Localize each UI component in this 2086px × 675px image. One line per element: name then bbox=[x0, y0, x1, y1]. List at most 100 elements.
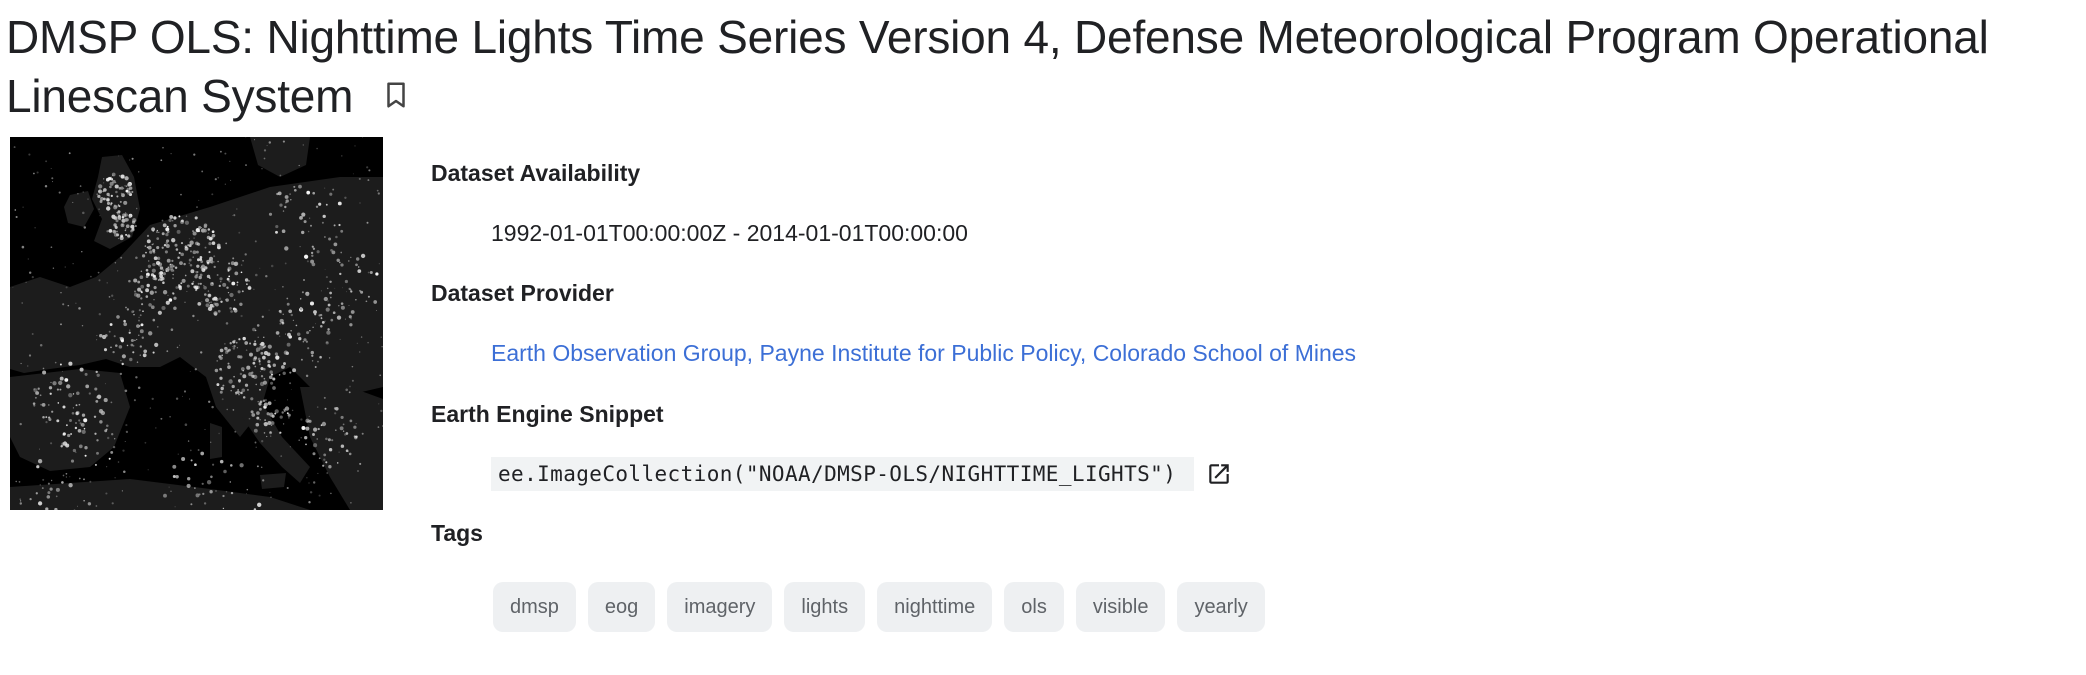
city-light bbox=[180, 282, 183, 285]
faint-light bbox=[330, 492, 332, 495]
tag-chip-imagery[interactable]: imagery bbox=[667, 582, 773, 632]
city-light bbox=[219, 376, 223, 380]
city-light bbox=[350, 310, 355, 314]
city-light bbox=[234, 271, 239, 276]
page-title: DMSP OLS: Nighttime Lights Time Series V… bbox=[6, 8, 2082, 126]
city-light bbox=[237, 389, 239, 391]
tag-chip-dmsp[interactable]: dmsp bbox=[493, 582, 576, 632]
city-light bbox=[242, 370, 244, 372]
city-light bbox=[267, 360, 271, 364]
city-light bbox=[279, 318, 284, 323]
faint-light bbox=[320, 290, 322, 292]
city-light bbox=[123, 319, 126, 323]
faint-light bbox=[256, 350, 258, 353]
city-light bbox=[146, 239, 151, 244]
city-light bbox=[300, 358, 303, 361]
city-light bbox=[220, 386, 224, 391]
faint-light bbox=[218, 432, 220, 435]
city-light bbox=[102, 190, 105, 193]
city-light bbox=[156, 246, 160, 250]
faint-light bbox=[299, 246, 301, 248]
faint-light bbox=[283, 408, 286, 411]
city-light bbox=[328, 237, 332, 241]
faint-light bbox=[98, 313, 101, 316]
city-light bbox=[78, 419, 81, 422]
faint-light bbox=[308, 217, 311, 219]
faint-light bbox=[284, 262, 287, 265]
city-light bbox=[206, 480, 212, 485]
faint-light bbox=[246, 488, 249, 491]
city-light bbox=[211, 233, 216, 238]
city-light bbox=[298, 337, 302, 341]
city-light bbox=[186, 483, 191, 488]
city-light bbox=[333, 224, 336, 227]
city-light bbox=[103, 348, 108, 352]
city-light bbox=[142, 310, 144, 313]
faint-light bbox=[339, 338, 341, 340]
city-light bbox=[134, 290, 136, 293]
bookmark-icon[interactable] bbox=[381, 78, 411, 112]
city-light bbox=[18, 481, 21, 483]
city-light bbox=[106, 206, 111, 211]
city-light bbox=[235, 341, 238, 344]
faint-light bbox=[89, 480, 92, 483]
city-light bbox=[140, 323, 144, 327]
city-light bbox=[130, 338, 134, 343]
city-light bbox=[166, 258, 171, 263]
faint-light bbox=[378, 263, 380, 265]
city-light bbox=[137, 287, 142, 292]
faint-light bbox=[211, 405, 214, 409]
city-light bbox=[98, 184, 103, 189]
city-light bbox=[214, 368, 219, 373]
city-light bbox=[172, 220, 174, 222]
tag-chip-yearly[interactable]: yearly bbox=[1177, 582, 1265, 632]
city-light bbox=[130, 229, 133, 233]
faint-light bbox=[174, 506, 176, 508]
city-light bbox=[270, 424, 273, 427]
faint-light bbox=[323, 396, 326, 399]
city-light bbox=[66, 384, 71, 389]
city-light bbox=[84, 454, 87, 457]
faint-light bbox=[105, 492, 108, 495]
city-light bbox=[198, 275, 202, 280]
city-light bbox=[156, 231, 158, 233]
faint-light bbox=[279, 335, 281, 337]
city-light bbox=[231, 384, 235, 389]
city-light bbox=[242, 396, 246, 399]
city-light bbox=[112, 445, 116, 449]
city-light bbox=[295, 324, 298, 327]
city-light bbox=[125, 233, 128, 236]
tag-chip-visible[interactable]: visible bbox=[1075, 582, 1166, 632]
city-light bbox=[167, 266, 170, 269]
provider-link[interactable]: Earth Observation Group, Payne Institute… bbox=[491, 340, 1356, 366]
faint-light bbox=[106, 466, 108, 468]
tag-chip-lights[interactable]: lights bbox=[784, 582, 866, 632]
city-light bbox=[172, 273, 174, 276]
city-light bbox=[59, 376, 64, 381]
city-light bbox=[50, 381, 52, 384]
city-light bbox=[260, 367, 264, 371]
faint-light bbox=[160, 159, 163, 162]
faint-light bbox=[82, 211, 85, 215]
faint-light bbox=[263, 149, 267, 152]
faint-light bbox=[286, 297, 289, 300]
city-light bbox=[124, 229, 127, 232]
city-light bbox=[279, 203, 283, 207]
city-light bbox=[219, 348, 224, 353]
city-light bbox=[242, 336, 246, 341]
faint-light bbox=[114, 477, 116, 479]
faint-light bbox=[192, 314, 195, 318]
tag-chip-nighttime[interactable]: nighttime bbox=[877, 582, 993, 632]
city-light bbox=[240, 271, 243, 274]
tag-chip-ols[interactable]: ols bbox=[1004, 582, 1064, 632]
tag-chip-eog[interactable]: eog bbox=[587, 582, 656, 632]
city-light bbox=[159, 271, 164, 275]
faint-light bbox=[147, 469, 149, 471]
faint-light bbox=[39, 448, 40, 450]
faint-light bbox=[254, 240, 257, 243]
open-in-new-icon[interactable] bbox=[1206, 461, 1232, 487]
city-light bbox=[159, 276, 164, 282]
city-light bbox=[59, 363, 62, 366]
snippet-code[interactable]: ee.ImageCollection("NOAA/DMSP-OLS/NIGHTT… bbox=[491, 457, 1195, 491]
faint-light bbox=[226, 408, 228, 411]
